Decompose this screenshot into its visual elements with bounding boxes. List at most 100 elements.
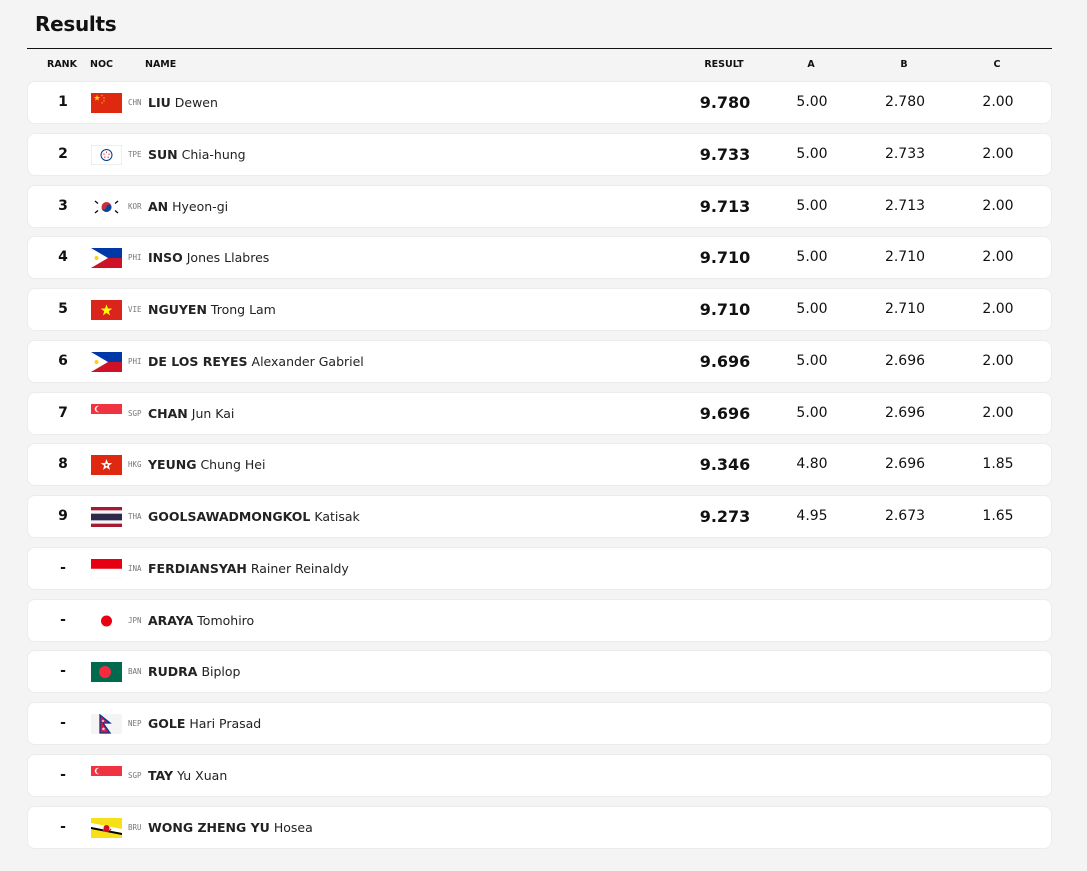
score-c-cell [964, 651, 1032, 692]
table-row[interactable]: - SGP TAY Yu Xuan [27, 753, 1052, 797]
result-cell: 9.713 [699, 196, 751, 216]
athlete-name[interactable]: RUDRA Biplop [148, 651, 240, 692]
rank-cell: - [60, 818, 66, 835]
rank-cell: 1 [58, 94, 68, 110]
table-row[interactable]: - BAN RUDRA Biplop [27, 650, 1052, 694]
vietnam-flag-icon [91, 300, 122, 320]
athlete-name[interactable]: FERDIANSYAH Rainer Reinaldy [148, 548, 349, 589]
athlete-name[interactable]: INSO Jones Llabres [148, 237, 269, 278]
athlete-name[interactable]: WONG ZHENG YU Hosea [148, 807, 313, 848]
athlete-surname: RUDRA [148, 664, 198, 680]
rank-cell: 4 [58, 249, 68, 266]
athlete-given-name: Hari Prasad [189, 716, 262, 731]
singapore-flag-icon [91, 765, 122, 786]
china-flag-icon [91, 93, 122, 113]
rank-cell: 8 [58, 456, 68, 473]
score-a-cell: 5.00 [796, 301, 828, 317]
noc-code: THA [128, 512, 142, 521]
athlete-name[interactable]: CHAN Jun Kai [148, 393, 234, 434]
table-row[interactable]: 4 PHI INSO Jones Llabres 9.710 5.00 2.71… [27, 236, 1052, 280]
score-a-cell [778, 600, 846, 641]
noc-code: CHN [128, 98, 142, 107]
athlete-surname: FERDIANSYAH [148, 560, 247, 576]
score-c-cell: 2.00 [982, 94, 1014, 110]
table-row[interactable]: 2 TPE SUN Chia-hung 9.733 5.00 2.733 2.0… [27, 132, 1052, 176]
athlete-surname: ARAYA [148, 612, 194, 628]
rank-cell: - [60, 559, 66, 576]
score-a-cell: 5.00 [796, 94, 828, 110]
table-row[interactable]: 7 SGP CHAN Jun Kai 9.696 5.00 2.696 2.00 [27, 391, 1052, 435]
athlete-surname: TAY [148, 767, 174, 783]
score-b-cell: 2.696 [884, 404, 926, 421]
noc-code: VIE [128, 305, 142, 314]
rank-cell: - [60, 611, 66, 628]
header-a: A [807, 59, 815, 70]
athlete-given-name: Jones Llabres [186, 250, 270, 266]
athlete-name[interactable]: YEUNG Chung Hei [148, 444, 265, 485]
score-a-cell [778, 755, 846, 796]
score-b-cell [871, 807, 939, 848]
table-row[interactable]: - JPN ARAYA Tomohiro [27, 598, 1052, 642]
table-row[interactable]: - NEP GOLE Hari Prasad [27, 702, 1052, 745]
athlete-surname: LIU [148, 95, 171, 110]
rank-cell: 6 [58, 352, 68, 369]
score-a-cell: 5.00 [796, 352, 828, 369]
score-b-cell: 2.733 [884, 145, 926, 162]
score-a-cell: 4.80 [796, 456, 828, 473]
result-cell [691, 548, 759, 589]
rank-cell: 7 [58, 404, 68, 421]
noc-code: SGP [128, 770, 142, 780]
score-c-cell [964, 703, 1032, 744]
noc-code: TPE [128, 149, 142, 159]
brunei-flag-icon [91, 817, 122, 838]
athlete-name[interactable]: AN Hyeon-gi [148, 186, 228, 227]
table-row[interactable]: 8 HKG YEUNG Chung Hei 9.346 4.80 2.696 1… [27, 443, 1052, 487]
singapore-flag-icon [91, 403, 122, 424]
athlete-name[interactable]: NGUYEN Trong Lam [148, 289, 276, 330]
score-c-cell: 2.00 [982, 197, 1014, 214]
table-row[interactable]: 3 KOR AN Hyeon-gi 9.713 5.00 2.713 2.00 [27, 184, 1052, 228]
athlete-surname: GOOLSAWADMONGKOL [148, 509, 311, 524]
table-row[interactable]: 6 PHI DE LOS REYES Alexander Gabriel 9.6… [27, 339, 1052, 383]
score-b-cell: 2.710 [884, 249, 926, 266]
score-b-cell: 2.696 [884, 456, 926, 473]
result-cell: 9.273 [699, 507, 751, 526]
score-c-cell [964, 755, 1032, 796]
philippines-flag-icon [91, 248, 122, 269]
score-c-cell: 1.85 [982, 456, 1014, 473]
table-row[interactable]: 1 CHN LIU Dewen 9.780 5.00 2.780 2.00 [27, 81, 1052, 124]
table-row[interactable]: - INA FERDIANSYAH Rainer Reinaldy [27, 546, 1052, 590]
header-rank: RANK [47, 59, 77, 70]
score-a-cell: 5.00 [796, 197, 828, 214]
indonesia-flag-icon [91, 558, 122, 579]
athlete-name[interactable]: SUN Chia-hung [148, 134, 246, 175]
score-c-cell [964, 600, 1032, 641]
athlete-name[interactable]: DE LOS REYES Alexander Gabriel [148, 341, 364, 382]
score-b-cell: 2.710 [884, 301, 926, 317]
athlete-name[interactable]: TAY Yu Xuan [148, 755, 227, 796]
athlete-name[interactable]: GOLE Hari Prasad [148, 703, 261, 744]
results-list: 1 CHN LIU Dewen 9.780 5.00 2.780 2.00 2 … [27, 81, 1052, 857]
athlete-name[interactable]: ARAYA Tomohiro [148, 600, 254, 641]
result-cell [691, 755, 759, 796]
score-a-cell [778, 651, 846, 692]
header-name: NAME [145, 59, 177, 70]
table-row[interactable]: 5 VIE NGUYEN Trong Lam 9.710 5.00 2.710 … [27, 288, 1052, 331]
rank-cell: - [60, 663, 66, 680]
result-cell [691, 807, 759, 848]
page-title: Results [35, 12, 117, 36]
athlete-name[interactable]: LIU Dewen [148, 82, 218, 123]
header-noc: NOC [90, 59, 113, 70]
result-cell [691, 703, 759, 744]
score-b-cell [871, 755, 939, 796]
athlete-given-name: Hyeon-gi [172, 198, 229, 214]
philippines-flag-icon [91, 351, 122, 372]
result-cell [691, 651, 759, 692]
table-row[interactable]: 9 THA GOOLSAWADMONGKOL Katisak 9.273 4.9… [27, 495, 1052, 538]
athlete-name[interactable]: GOOLSAWADMONGKOL Katisak [148, 496, 360, 537]
table-row[interactable]: - BRU WONG ZHENG YU Hosea [27, 805, 1052, 849]
athlete-given-name: Hosea [273, 819, 313, 835]
rank-cell: - [60, 715, 66, 731]
noc-code: BAN [128, 667, 142, 677]
rank-cell: 9 [58, 508, 68, 524]
